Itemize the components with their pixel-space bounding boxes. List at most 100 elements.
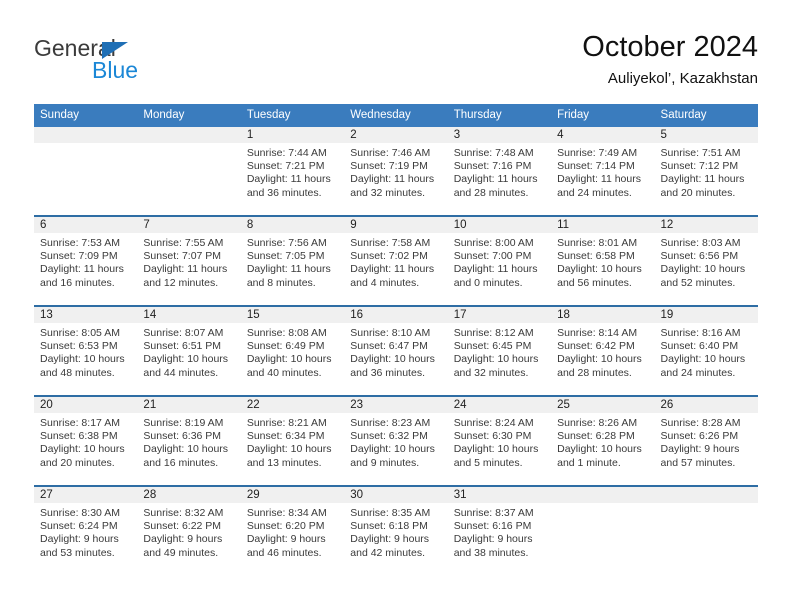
sunrise-time: Sunrise: 8:12 AM	[453, 327, 534, 339]
calendar-week-row: 20 Sunrise: 8:17 AM Sunset: 6:38 PM Dayligh…	[34, 395, 758, 485]
page-header: General Blue October 2024 Auliyekol’, Ka…	[0, 0, 792, 104]
sunset-time: Sunset: 7:14 PM	[557, 160, 635, 173]
calendar-day-cell[interactable]: 29 Sunrise: 8:34 AM Sunset: 6:20 PM Dayligh…	[240, 487, 345, 575]
daylight-duration-line2: and 36 minutes.	[350, 366, 425, 379]
daylight-duration-line1: Daylight: 9 hours	[350, 533, 430, 546]
sunset-time: Sunset: 6:47 PM	[350, 340, 428, 353]
daylight-duration-line1: Daylight: 10 hours	[350, 353, 435, 366]
calendar-day-cell[interactable]: 16 Sunrise: 8:10 AM Sunset: 6:47 PM Dayligh…	[344, 307, 448, 395]
daylight-duration-line1: Daylight: 10 hours	[350, 443, 435, 456]
calendar-day-cell[interactable]: 28 Sunrise: 8:32 AM Sunset: 6:22 PM Dayligh…	[137, 487, 241, 575]
sunset-time: Sunset: 6:49 PM	[246, 340, 325, 353]
calendar-day-cell[interactable]: 13 Sunrise: 8:05 AM Sunset: 6:53 PM Dayligh…	[34, 307, 138, 395]
calendar-day-cell[interactable]: 18 Sunrise: 8:14 AM Sunset: 6:42 PM Dayligh…	[551, 307, 655, 395]
daylight-duration-line2: and 53 minutes.	[40, 546, 115, 559]
sunset-time: Sunset: 6:38 PM	[40, 430, 118, 443]
calendar-day-cell[interactable]: 1 Sunrise: 7:44 AM Sunset: 7:21 PM Daylight…	[240, 127, 345, 215]
daylight-duration-line2: and 12 minutes.	[143, 276, 219, 289]
daylight-duration-line2: and 56 minutes.	[557, 276, 632, 289]
calendar-day-cell[interactable]: 3 Sunrise: 7:48 AM Sunset: 7:16 PM Daylight…	[447, 127, 552, 215]
calendar-day-cell[interactable]: 27 Sunrise: 8:30 AM Sunset: 6:24 PM Dayligh…	[34, 487, 138, 575]
daylight-duration-line2: and 28 minutes.	[557, 366, 632, 379]
calendar-day-cell[interactable]: 20 Sunrise: 8:17 AM Sunset: 6:38 PM Dayligh…	[34, 397, 138, 485]
calendar-day-cell[interactable]: 6 Sunrise: 7:53 AM Sunset: 7:09 PM Daylight…	[34, 217, 138, 305]
daylight-duration-line1: Daylight: 10 hours	[40, 353, 125, 366]
day-number: 25	[551, 397, 655, 413]
brand-name-blue: Blue	[92, 57, 139, 83]
sunrise-time: Sunrise: 8:07 AM	[143, 327, 224, 339]
daylight-duration-line2: and 8 minutes.	[246, 276, 316, 289]
daylight-duration-line1: Daylight: 11 hours	[40, 263, 124, 276]
calendar-week-row: 13 Sunrise: 8:05 AM Sunset: 6:53 PM Dayligh…	[34, 305, 758, 395]
calendar-day-cell[interactable]: 9 Sunrise: 7:58 AM Sunset: 7:02 PM Daylight…	[344, 217, 448, 305]
daylight-duration-line2: and 1 minute.	[557, 456, 621, 469]
daylight-duration-line2: and 20 minutes.	[660, 186, 736, 199]
day-details: Sunrise: 7:49 AM Sunset: 7:14 PM Daylight:…	[551, 143, 654, 200]
sunrise-time: Sunrise: 7:51 AM	[660, 147, 741, 159]
daylight-duration-line1: Daylight: 9 hours	[453, 533, 533, 546]
brand-logo[interactable]: General Blue	[34, 36, 234, 92]
sunset-time: Sunset: 6:56 PM	[660, 250, 739, 263]
sunrise-time: Sunrise: 8:24 AM	[453, 417, 534, 429]
calendar-day-cell[interactable]: 17 Sunrise: 8:12 AM Sunset: 6:45 PM Dayligh…	[447, 307, 552, 395]
day-details: Sunrise: 8:28 AM Sunset: 6:26 PM Daylight:…	[655, 413, 758, 470]
day-number: 4	[551, 127, 655, 143]
calendar-day-cell-empty	[654, 487, 758, 575]
calendar-day-cell[interactable]: 23 Sunrise: 8:23 AM Sunset: 6:32 PM Dayligh…	[344, 397, 448, 485]
daylight-duration-line2: and 36 minutes.	[246, 186, 322, 199]
calendar-week-row: 1 Sunrise: 7:44 AM Sunset: 7:21 PM Daylight…	[34, 127, 758, 215]
daylight-duration-line2: and 5 minutes.	[453, 456, 523, 469]
sunset-time: Sunset: 6:53 PM	[40, 340, 118, 353]
calendar-day-cell[interactable]: 11 Sunrise: 8:01 AM Sunset: 6:58 PM Dayligh…	[551, 217, 655, 305]
day-details: Sunrise: 8:24 AM Sunset: 6:30 PM Daylight:…	[448, 413, 551, 470]
calendar-day-cell[interactable]: 15 Sunrise: 8:08 AM Sunset: 6:49 PM Dayligh…	[240, 307, 345, 395]
calendar-day-cell[interactable]: 24 Sunrise: 8:24 AM Sunset: 6:30 PM Dayligh…	[447, 397, 552, 485]
day-number	[137, 127, 241, 143]
sunset-time: Sunset: 6:40 PM	[660, 340, 739, 353]
sunset-time: Sunset: 6:22 PM	[143, 520, 222, 533]
day-number: 11	[551, 217, 655, 233]
day-details: Sunrise: 8:07 AM Sunset: 6:51 PM Daylight:…	[137, 323, 240, 380]
calendar-day-cell[interactable]: 14 Sunrise: 8:07 AM Sunset: 6:51 PM Dayligh…	[137, 307, 241, 395]
calendar-day-cell[interactable]: 10 Sunrise: 8:00 AM Sunset: 7:00 PM Dayligh…	[447, 217, 552, 305]
calendar-day-cell[interactable]: 30 Sunrise: 8:35 AM Sunset: 6:18 PM Dayligh…	[344, 487, 448, 575]
calendar-day-cell[interactable]: 26 Sunrise: 8:28 AM Sunset: 6:26 PM Dayligh…	[654, 397, 758, 485]
calendar-day-cell[interactable]: 19 Sunrise: 8:16 AM Sunset: 6:40 PM Dayligh…	[654, 307, 758, 395]
day-number: 7	[137, 217, 241, 233]
day-details: Sunrise: 8:19 AM Sunset: 6:36 PM Daylight:…	[137, 413, 240, 470]
sunrise-time: Sunrise: 8:26 AM	[557, 417, 638, 429]
daylight-duration-line2: and 9 minutes.	[350, 456, 420, 469]
daylight-duration-line2: and 44 minutes.	[143, 366, 219, 379]
daylight-duration-line1: Daylight: 11 hours	[143, 263, 228, 276]
daylight-duration-line2: and 32 minutes.	[453, 366, 529, 379]
page-title: October 2024	[582, 31, 758, 63]
sunrise-time: Sunrise: 8:37 AM	[453, 507, 534, 519]
sunrise-time: Sunrise: 8:35 AM	[350, 507, 431, 519]
daylight-duration-line2: and 16 minutes.	[40, 276, 115, 289]
calendar-day-cell[interactable]: 4 Sunrise: 7:49 AM Sunset: 7:14 PM Daylight…	[551, 127, 655, 215]
daylight-duration-line2: and 13 minutes.	[246, 456, 322, 469]
day-details: Sunrise: 8:21 AM Sunset: 6:34 PM Daylight:…	[241, 413, 344, 470]
calendar-day-cell[interactable]: 7 Sunrise: 7:55 AM Sunset: 7:07 PM Daylight…	[137, 217, 241, 305]
calendar-day-cell[interactable]: 8 Sunrise: 7:56 AM Sunset: 7:05 PM Daylight…	[240, 217, 345, 305]
day-number: 12	[654, 217, 758, 233]
sunset-time: Sunset: 6:36 PM	[143, 430, 222, 443]
calendar-day-cell[interactable]: 22 Sunrise: 8:21 AM Sunset: 6:34 PM Dayligh…	[240, 397, 345, 485]
day-details: Sunrise: 8:10 AM Sunset: 6:47 PM Daylight:…	[344, 323, 447, 380]
weekday-wednesday: Wednesday	[350, 109, 411, 121]
calendar-day-cell[interactable]: 5 Sunrise: 7:51 AM Sunset: 7:12 PM Daylight…	[654, 127, 758, 215]
calendar-day-cell[interactable]: 12 Sunrise: 8:03 AM Sunset: 6:56 PM Dayligh…	[654, 217, 758, 305]
calendar-day-cell[interactable]: 2 Sunrise: 7:46 AM Sunset: 7:19 PM Daylight…	[344, 127, 448, 215]
sunset-time: Sunset: 6:45 PM	[453, 340, 532, 353]
day-details: Sunrise: 8:14 AM Sunset: 6:42 PM Daylight:…	[551, 323, 654, 380]
calendar-page: General Blue October 2024 Auliyekol’, Ka…	[0, 0, 792, 612]
sunset-time: Sunset: 7:12 PM	[660, 160, 739, 173]
sunset-time: Sunset: 7:00 PM	[453, 250, 532, 263]
sunrise-time: Sunrise: 7:48 AM	[453, 147, 534, 159]
calendar-day-cell[interactable]: 21 Sunrise: 8:19 AM Sunset: 6:36 PM Dayligh…	[137, 397, 241, 485]
day-details: Sunrise: 8:34 AM Sunset: 6:20 PM Daylight:…	[241, 503, 344, 560]
daylight-duration-line2: and 16 minutes.	[143, 456, 219, 469]
calendar-day-cell[interactable]: 25 Sunrise: 8:26 AM Sunset: 6:28 PM Dayligh…	[551, 397, 655, 485]
day-details: Sunrise: 7:44 AM Sunset: 7:21 PM Daylight:…	[241, 143, 344, 200]
calendar-day-cell[interactable]: 31 Sunrise: 8:37 AM Sunset: 6:16 PM Dayligh…	[447, 487, 552, 575]
